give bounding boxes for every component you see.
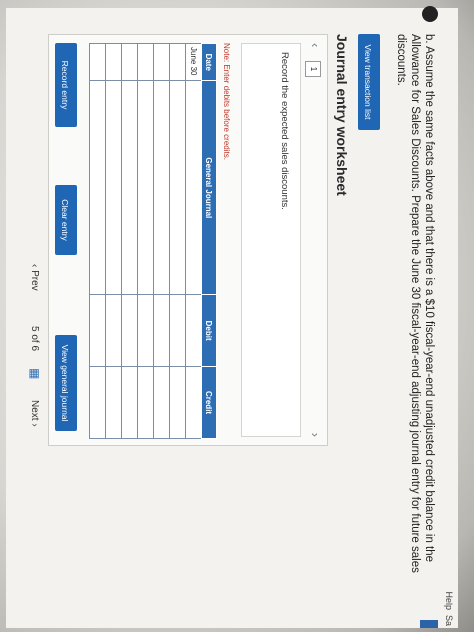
credit-input[interactable] xyxy=(89,366,106,439)
table-row: June 30 xyxy=(185,43,202,439)
table-row xyxy=(137,43,154,439)
date-header: Date xyxy=(201,43,217,81)
credit-input[interactable] xyxy=(137,366,154,439)
help-link[interactable]: Help xyxy=(444,591,454,610)
date-cell xyxy=(89,43,106,81)
debit-input[interactable] xyxy=(169,294,186,367)
table-row xyxy=(169,43,186,439)
grid-icon[interactable]: ▦ xyxy=(28,368,42,379)
account-input[interactable] xyxy=(89,80,106,295)
debit-input[interactable] xyxy=(121,294,138,367)
record-entry-button[interactable]: Record entry xyxy=(55,43,77,127)
date-cell xyxy=(105,43,122,81)
table-row xyxy=(89,43,106,439)
credit-header: Credit xyxy=(201,366,217,439)
table-row xyxy=(105,43,122,439)
next-label: Next xyxy=(29,400,40,421)
view-transaction-list-button[interactable]: View transaction list xyxy=(358,34,380,130)
debit-header: Debit xyxy=(201,294,217,367)
date-cell xyxy=(169,43,186,81)
credit-input[interactable] xyxy=(121,366,138,439)
account-input[interactable] xyxy=(137,80,154,295)
page-indicator: 5 of 6 xyxy=(29,326,40,352)
credit-input[interactable] xyxy=(153,366,170,439)
side-tab[interactable] xyxy=(420,620,438,628)
credit-input[interactable] xyxy=(185,366,202,439)
photo-frame: Help Sa b. Assume the same facts above a… xyxy=(0,0,474,632)
journal-table: Date General Journal Debit Credit June 3… xyxy=(89,43,217,439)
account-input[interactable] xyxy=(121,80,138,295)
debit-input[interactable] xyxy=(105,294,122,367)
table-row xyxy=(153,43,170,439)
prev-label: Prev xyxy=(29,270,40,291)
credit-input[interactable] xyxy=(169,366,186,439)
clear-entry-button[interactable]: Clear entry xyxy=(55,185,77,255)
question-text: b. Assume the same facts above and that … xyxy=(395,34,435,573)
journal-header-row: Date General Journal Debit Credit xyxy=(201,43,217,439)
account-input[interactable] xyxy=(153,80,170,295)
debit-input[interactable] xyxy=(153,294,170,367)
instruction-text: Record the expected sales discounts. xyxy=(279,52,290,210)
date-cell xyxy=(121,43,138,81)
view-general-journal-button[interactable]: View general journal xyxy=(55,335,77,431)
browser-screen: Help Sa b. Assume the same facts above a… xyxy=(6,6,458,628)
general-journal-header: General Journal xyxy=(201,80,217,295)
table-row xyxy=(121,43,138,439)
date-cell xyxy=(137,43,154,81)
next-button[interactable]: Next › xyxy=(29,400,40,427)
worksheet-panel: ‹ 1 › Record the expected sales discount… xyxy=(48,34,328,446)
chevron-right-icon[interactable]: › xyxy=(308,433,323,437)
account-input[interactable] xyxy=(185,80,202,295)
question-marker xyxy=(422,6,438,22)
chevron-left-icon[interactable]: ‹ xyxy=(308,43,323,47)
credit-input[interactable] xyxy=(105,366,122,439)
save-link[interactable]: Sa xyxy=(444,615,454,626)
debit-input[interactable] xyxy=(137,294,154,367)
account-input[interactable] xyxy=(105,80,122,295)
worksheet-page-number[interactable]: 1 xyxy=(305,61,321,77)
top-bar: Help Sa xyxy=(438,8,458,628)
account-input[interactable] xyxy=(169,80,186,295)
date-cell xyxy=(153,43,170,81)
prev-button[interactable]: ‹ Prev xyxy=(29,264,40,291)
worksheet-title: Journal entry worksheet xyxy=(334,34,350,196)
debit-credit-note: Note: Enter debits before credits. xyxy=(222,43,231,160)
debit-input[interactable] xyxy=(89,294,106,367)
date-cell: June 30 xyxy=(185,43,202,81)
instruction-box: Record the expected sales discounts. xyxy=(241,43,301,437)
debit-input[interactable] xyxy=(185,294,202,367)
